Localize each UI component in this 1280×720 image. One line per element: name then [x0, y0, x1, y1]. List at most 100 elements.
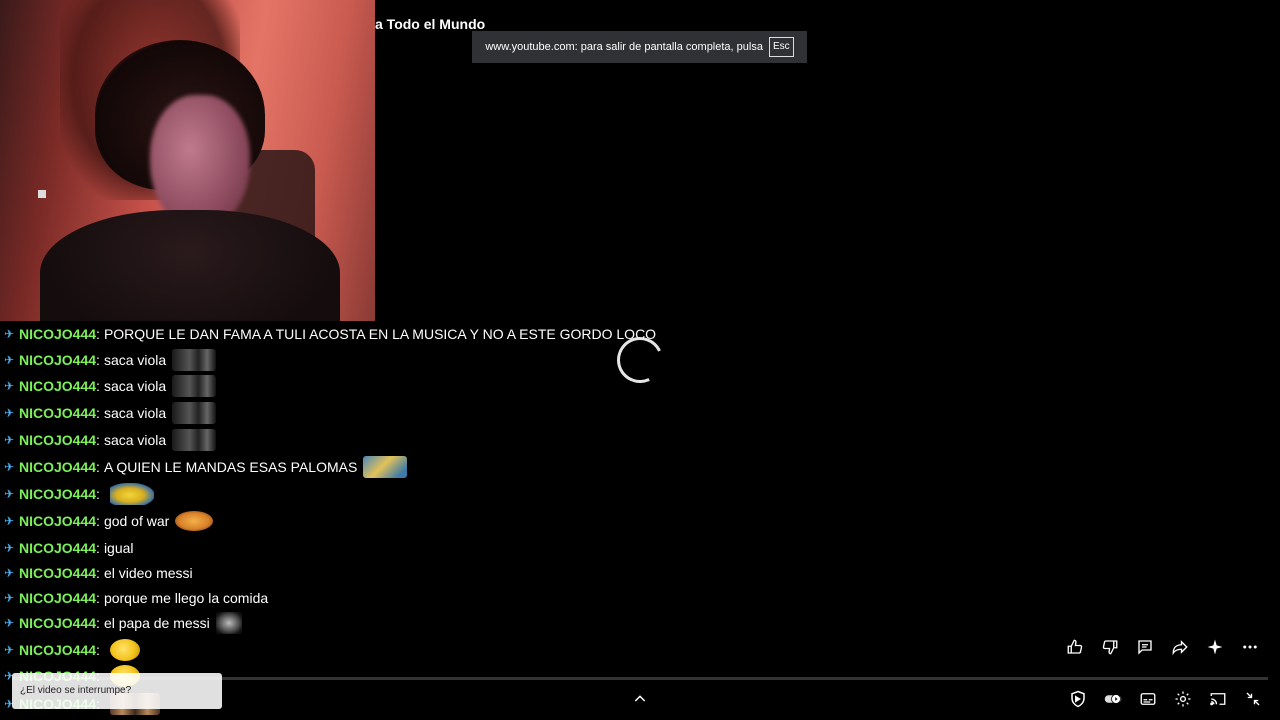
chat-username: NICOJO444 [19, 540, 97, 556]
chat-message: ✈ NICOJO444: [2, 638, 140, 662]
shield-button[interactable] [1067, 687, 1089, 711]
shield-icon [1071, 690, 1085, 708]
esc-key-badge: Esc [768, 37, 794, 57]
chat-separator: : [96, 590, 100, 606]
cast-icon [1210, 693, 1226, 706]
chat-username: NICOJO444 [19, 590, 97, 606]
chat-separator: : [96, 459, 100, 475]
chat-username: NICOJO444 [19, 352, 97, 368]
player-controls [1067, 687, 1264, 711]
chat-message: ✈ NICOJO444: el papa de messi [2, 611, 242, 635]
like-icon [1067, 639, 1083, 654]
chat-text: saca viola [103, 352, 167, 368]
pin-icon: ✈ [3, 487, 15, 501]
share-icon [1172, 640, 1188, 656]
chat-message: ✈ NICOJO444: A QUIEN LE MANDAS ESAS PALOMA… [2, 455, 408, 479]
chat-emote [172, 349, 217, 371]
dislike-icon [1102, 640, 1118, 655]
chat-text: el papa de messi [103, 615, 210, 631]
share-button[interactable] [1168, 636, 1192, 658]
chat-username: NICOJO444 [19, 513, 97, 529]
chat-separator: : [96, 326, 100, 342]
expand-chevron-button[interactable] [630, 689, 650, 709]
more-button[interactable] [1238, 636, 1262, 658]
fullscreen-toast: www.youtube.com: para salir de pantalla … [472, 31, 807, 63]
pin-icon: ✈ [3, 406, 15, 420]
action-bar [1063, 636, 1262, 658]
comments-icon [1138, 640, 1152, 655]
comments-button[interactable] [1133, 636, 1157, 658]
chat-message: ✈ NICOJO444: PORQUE LE DAN FAMA A TULI ACO… [2, 322, 656, 346]
settings-button[interactable] [1172, 687, 1194, 711]
chat-text: saca viola [103, 405, 167, 421]
like-button[interactable] [1063, 636, 1087, 658]
chat-emote [109, 483, 154, 505]
chat-separator: : [96, 352, 100, 368]
chat-separator: : [96, 486, 100, 502]
pin-icon: ✈ [3, 353, 15, 367]
chat-message: ✈ NICOJO444: saca viola [2, 374, 217, 398]
dislike-button[interactable] [1098, 636, 1122, 658]
ask-ai-icon [1207, 639, 1223, 655]
chat-emote [109, 639, 140, 661]
pin-icon: ✈ [3, 379, 15, 393]
chat-username: NICOJO444 [19, 432, 97, 448]
chat-separator: : [96, 405, 100, 421]
chat-username: NICOJO444 [19, 405, 97, 421]
pin-icon: ✈ [3, 591, 15, 605]
subtitles-icon [1140, 693, 1156, 705]
autoplay-toggle-icon [1104, 694, 1122, 704]
webcam-person-body [40, 210, 340, 321]
chat-username: NICOJO444 [19, 642, 97, 658]
chat-emote [172, 429, 217, 451]
ask-ai-button[interactable] [1203, 636, 1227, 658]
chat-username: NICOJO444 [19, 326, 97, 342]
chat-text: A QUIEN LE MANDAS ESAS PALOMAS [103, 459, 358, 475]
chat-text: PORQUE LE DAN FAMA A TULI ACOSTA EN LA M… [103, 326, 657, 342]
chat-text: igual [103, 540, 134, 556]
chat-separator: : [96, 565, 100, 581]
autoplay-toggle[interactable] [1102, 687, 1124, 711]
video-title: a Todo el Mundo [375, 16, 486, 32]
chat-message: ✈ NICOJO444: saca viola [2, 401, 217, 425]
chat-message: ✈ NICOJO444: [2, 482, 154, 506]
chat-emote [172, 375, 217, 397]
chat-username: NICOJO444 [19, 565, 97, 581]
chat-text: saca viola [103, 432, 167, 448]
chat-separator: : [96, 513, 100, 529]
exit-fullscreen-button[interactable] [1242, 687, 1264, 711]
chat-message: ✈ NICOJO444: saca viola [2, 348, 217, 372]
chat-message: ✈ NICOJO444: saca viola [2, 428, 217, 452]
chat-separator: : [96, 540, 100, 556]
chevron-up-icon [634, 695, 646, 702]
exit-fullscreen-icon [1246, 692, 1260, 706]
subtitles-button[interactable] [1137, 687, 1159, 711]
more-icon [1243, 645, 1257, 649]
pin-icon: ✈ [3, 460, 15, 474]
pin-icon: ✈ [3, 541, 15, 555]
chat-emote [215, 612, 242, 634]
chat-message: ✈ NICOJO444: porque me llego la comida [2, 586, 268, 610]
chat-emote [363, 456, 408, 478]
chat-username: NICOJO444 [19, 378, 97, 394]
chat-message: ✈ NICOJO444: god of war [2, 509, 214, 533]
pin-icon: ✈ [3, 566, 15, 580]
chat-text: porque me llego la comida [103, 590, 269, 606]
video-interrupted-prompt[interactable]: ¿El video se interrumpe? [12, 673, 222, 709]
chat-text: god of war [103, 513, 170, 529]
pin-icon: ✈ [3, 433, 15, 447]
chat-separator: : [96, 378, 100, 394]
video-interrupted-text: ¿El video se interrumpe? [20, 685, 132, 696]
chat-username: NICOJO444 [19, 459, 97, 475]
chat-username: NICOJO444 [19, 486, 97, 502]
chat-separator: : [96, 432, 100, 448]
chat-text: el video messi [103, 565, 193, 581]
webcam-doorknob [38, 190, 46, 198]
pin-icon: ✈ [3, 643, 15, 657]
chat-emote [172, 402, 217, 424]
chat-username: NICOJO444 [19, 615, 97, 631]
pin-icon: ✈ [3, 616, 15, 630]
chat-separator: : [96, 615, 100, 631]
fullscreen-toast-message: www.youtube.com: para salir de pantalla … [485, 41, 763, 53]
cast-button[interactable] [1207, 687, 1229, 711]
